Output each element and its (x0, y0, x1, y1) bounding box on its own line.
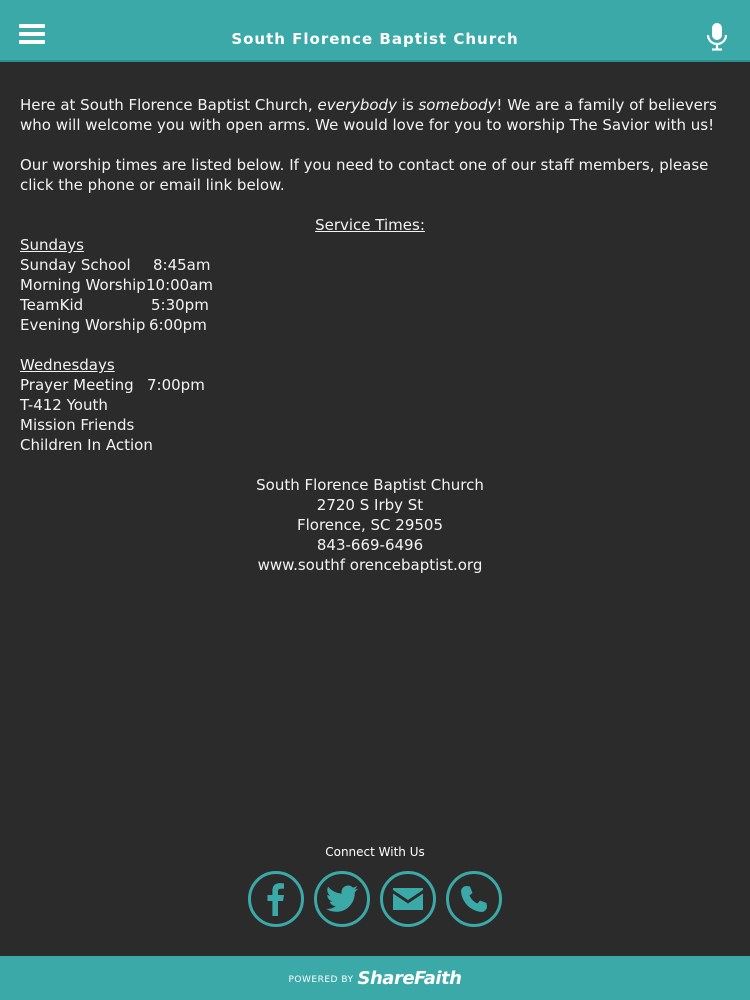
social-links (0, 871, 750, 927)
website-link[interactable]: www.southf orencebaptist.org (258, 556, 483, 574)
connect-title: Connect With Us (325, 845, 425, 859)
intro-paragraph: Here at South Florence Baptist Church, e… (20, 96, 717, 134)
sharefaith-logo[interactable]: ShareFaith (358, 968, 462, 989)
church-address: South Florence Baptist Church 2720 S Irb… (20, 475, 720, 575)
phone-number[interactable]: 843-669-6496 (20, 535, 720, 555)
city-state-zip: Florence, SC 29505 (296, 516, 444, 534)
schedule-row: TeamKid 5:30pm (20, 296, 209, 314)
schedule-row: Prayer Meeting 7:00pm (20, 376, 205, 394)
twitter-icon[interactable] (314, 871, 370, 927)
connect-section: Connect With Us (0, 845, 750, 927)
schedule-row: Mission Friends (20, 416, 135, 434)
website[interactable]: www.southf orencebaptist.org (20, 555, 720, 575)
schedule-row: Evening Worship 6:00pm (20, 316, 207, 334)
church-name: South Florence Baptist Church (256, 476, 484, 494)
facebook-icon[interactable] (248, 871, 304, 927)
powered-by-label: POWERED BY (288, 974, 354, 985)
contact-paragraph: Our worship times are listed below. If y… (20, 156, 709, 194)
wednesdays-heading: Wednesdays (20, 356, 115, 374)
email-icon[interactable] (380, 871, 436, 927)
wednesdays-section: Wednesdays Prayer Meeting 7:00pm T-412 Y… (20, 355, 720, 455)
footer: POWERED BY ShareFaith (0, 956, 750, 1000)
service-times-heading: Service Times: (315, 216, 425, 234)
schedule-row: Morning Worship 10:00am (20, 276, 214, 294)
schedule-row: T-412 Youth (20, 396, 108, 414)
page: South Florence Baptist Church Here at So… (0, 0, 750, 1000)
phone-icon[interactable] (446, 871, 502, 927)
schedule-row: Sunday School 8:45am (20, 256, 211, 274)
page-title: South Florence Baptist Church (231, 30, 519, 48)
main-content: Here at South Florence Baptist Church, e… (20, 95, 720, 575)
phone-link[interactable]: 843-669-6496 (317, 536, 423, 554)
street-address: 2720 S Irby St (316, 496, 424, 514)
app-header: South Florence Baptist Church (0, 0, 750, 62)
schedule-row: Children In Action (20, 436, 153, 454)
microphone-icon[interactable] (705, 22, 729, 52)
sundays-section: Sundays Sunday School 8:45am Morning Wor… (20, 235, 720, 335)
sundays-heading: Sundays (20, 236, 84, 254)
